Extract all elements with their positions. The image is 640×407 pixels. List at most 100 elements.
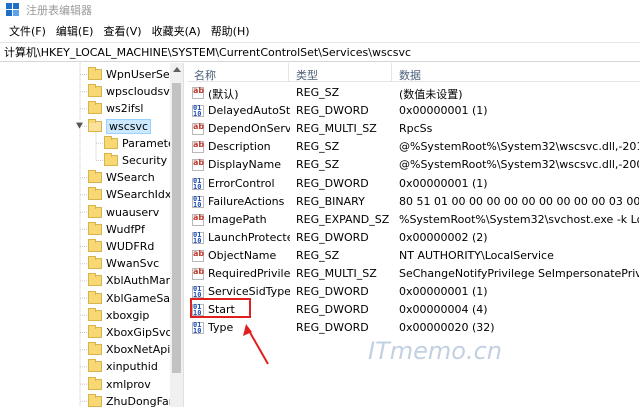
value-name: Description	[208, 140, 271, 154]
value-row[interactable]: ServiceSidType REG_DWORD 0x00000001 (1)	[188, 283, 640, 301]
tree-item[interactable]: WSearchIdxPi	[88, 186, 181, 203]
menu-view[interactable]: 查看(V)	[98, 23, 146, 39]
tree-item[interactable]: XboxNetApiS	[88, 341, 177, 358]
value-row[interactable]: RequiredPrivile... REG_MULTI_SZ SeChangeNo…	[188, 265, 640, 283]
column-name[interactable]: 名称	[194, 67, 216, 83]
column-type[interactable]: 类型	[296, 67, 318, 83]
value-name: FailureActions	[208, 194, 285, 208]
menu-favorites[interactable]: 收藏夹(A)	[147, 23, 206, 39]
scroll-up-icon[interactable]	[173, 67, 181, 72]
tree-scrollbar[interactable]	[170, 63, 183, 407]
watermark: ITmemo.cn	[368, 337, 502, 365]
tree-item-label: ws2ifsl	[106, 102, 144, 116]
tree-item-label: xmlprov	[106, 377, 151, 391]
tree-item[interactable]: xboxgip	[88, 307, 149, 324]
value-type: REG_SZ	[296, 86, 340, 99]
tree-item[interactable]: WwanSvc	[88, 255, 159, 272]
value-name: RequiredPrivile...	[208, 267, 290, 280]
menu-help[interactable]: 帮助(H)	[206, 23, 255, 39]
tree-item-label: wscsvc	[106, 118, 152, 134]
scrollbar-thumb[interactable]	[172, 83, 181, 373]
tree-item[interactable]: ws2ifsl	[88, 100, 143, 117]
tree-item-label: xinputhid	[106, 360, 158, 374]
tree-item-label: wpscloudsvr	[106, 85, 175, 99]
column-data[interactable]: 数据	[399, 67, 421, 83]
start-highlight-box	[190, 298, 251, 318]
pane-splitter[interactable]	[183, 63, 187, 407]
value-row[interactable]: StartREG_DWORD0x00000004 (4)	[188, 301, 640, 319]
value-data: NT AUTHORITY\LocalService	[399, 248, 554, 262]
value-data: 0x00000020 (32)	[399, 321, 495, 335]
value-row[interactable]: FailureActions REG_BINARY 80 51 01 00 00 0…	[188, 193, 640, 211]
value-type: REG_SZ	[296, 158, 340, 172]
value-row[interactable]: ImagePath REG_EXPAND_SZ %SystemRoot%\Syste…	[188, 211, 640, 229]
tree-item-label: WSearch	[106, 171, 155, 185]
tree-item[interactable]: WudfPf	[88, 221, 145, 238]
tree-item[interactable]: WUDFRd	[88, 238, 154, 255]
folder-icon	[88, 325, 102, 338]
list-header: 名称 类型 数据	[188, 63, 640, 82]
folder-icon	[104, 135, 118, 149]
tree-item[interactable]: XblGameSave	[88, 290, 183, 307]
value-name: DelayedAutoSta...	[208, 104, 290, 118]
string-value-icon	[192, 158, 204, 172]
value-row[interactable]: LaunchProtected REG_DWORD 0x00000002 (2)	[188, 229, 640, 247]
tree-item-label: Security	[122, 154, 168, 167]
column-separator	[391, 63, 392, 82]
value-row[interactable]: DependOnServi... REG_MULTI_SZ RpcSs	[188, 120, 640, 138]
value-name: ObjectName	[208, 248, 277, 262]
value-row[interactable]: Description REG_SZ @%SystemRoot%\System32\…	[188, 138, 640, 156]
string-value-icon	[192, 249, 204, 262]
value-row[interactable]: Type REG_DWORD 0x00000020 (32)	[188, 319, 640, 337]
tree-item[interactable]: XblAuthMana	[88, 272, 179, 289]
folder-icon	[88, 290, 102, 304]
value-row[interactable]: DelayedAutoSta... REG_DWORD 0x00000001 (1)	[188, 102, 640, 120]
tree-item[interactable]: WSearch	[88, 169, 155, 186]
value-row[interactable]: ErrorControl REG_DWORD 0x00000001 (1)	[188, 175, 640, 193]
value-row[interactable]: (默认) REG_SZ (数值未设置)	[188, 84, 640, 102]
string-value-icon	[192, 122, 204, 136]
value-name: DependOnServi...	[208, 122, 290, 136]
string-value-icon	[192, 140, 204, 154]
value-data: 0x00000001 (1)	[399, 285, 488, 299]
value-type: REG_MULTI_SZ	[296, 122, 377, 136]
value-data: 0x00000001 (1)	[399, 104, 488, 118]
value-name: (默认)	[208, 88, 239, 101]
tree-item[interactable]: XboxGipSvc	[88, 324, 172, 341]
tree-item[interactable]: ZhuDongFang	[88, 393, 183, 407]
tree-item-label: WwanSvc	[106, 257, 160, 271]
value-type: REG_BINARY	[296, 194, 365, 208]
window-title: 注册表编辑器	[26, 4, 92, 17]
binary-value-icon	[192, 321, 204, 335]
value-type: REG_DWORD	[296, 303, 369, 317]
string-value-icon	[192, 213, 204, 226]
folder-icon	[88, 239, 102, 252]
value-type: REG_DWORD	[296, 230, 369, 244]
value-row[interactable]: DisplayName REG_SZ @%SystemRoot%\System32\…	[188, 156, 640, 174]
folder-icon	[88, 187, 102, 201]
menu-edit[interactable]: 编辑(E)	[51, 23, 99, 39]
address-bar[interactable]: 计算机\HKEY_LOCAL_MACHINE\SYSTEM\CurrentCon…	[0, 42, 640, 62]
value-name: Type	[208, 321, 234, 335]
tree-item-label: XboxNetApiS	[106, 343, 178, 357]
tree-item[interactable]: Security	[104, 152, 167, 169]
folder-icon	[88, 101, 102, 115]
tree-item[interactable]: wuauserv	[88, 204, 159, 221]
folder-icon	[88, 221, 102, 235]
value-row[interactable]: ObjectName REG_SZ NT AUTHORITY\LocalServic…	[188, 247, 640, 265]
value-name: DisplayName	[208, 158, 281, 172]
value-name: ServiceSidType	[208, 285, 290, 299]
value-data: @%SystemRoot%\System32\wscsvc.dll,-200	[399, 158, 639, 172]
tree-item[interactable]: xmlprov	[88, 376, 151, 393]
registry-editor-icon	[6, 3, 20, 17]
tree-item[interactable]: wscsvc	[88, 118, 152, 135]
menu-file[interactable]: 文件(F)	[4, 23, 51, 39]
value-name: ErrorControl	[208, 176, 275, 190]
tree-item[interactable]: wpscloudsvr	[88, 83, 174, 100]
tree-item[interactable]: WpnUserServ	[88, 66, 181, 83]
folder-open-icon	[88, 118, 102, 132]
value-data: 80 51 01 00 00 00 00 00 00 00 00 00 03 0…	[399, 194, 639, 208]
binary-value-icon	[192, 231, 204, 245]
tree-item[interactable]: xinputhid	[88, 358, 158, 375]
value-data: (数值未设置)	[399, 88, 463, 101]
